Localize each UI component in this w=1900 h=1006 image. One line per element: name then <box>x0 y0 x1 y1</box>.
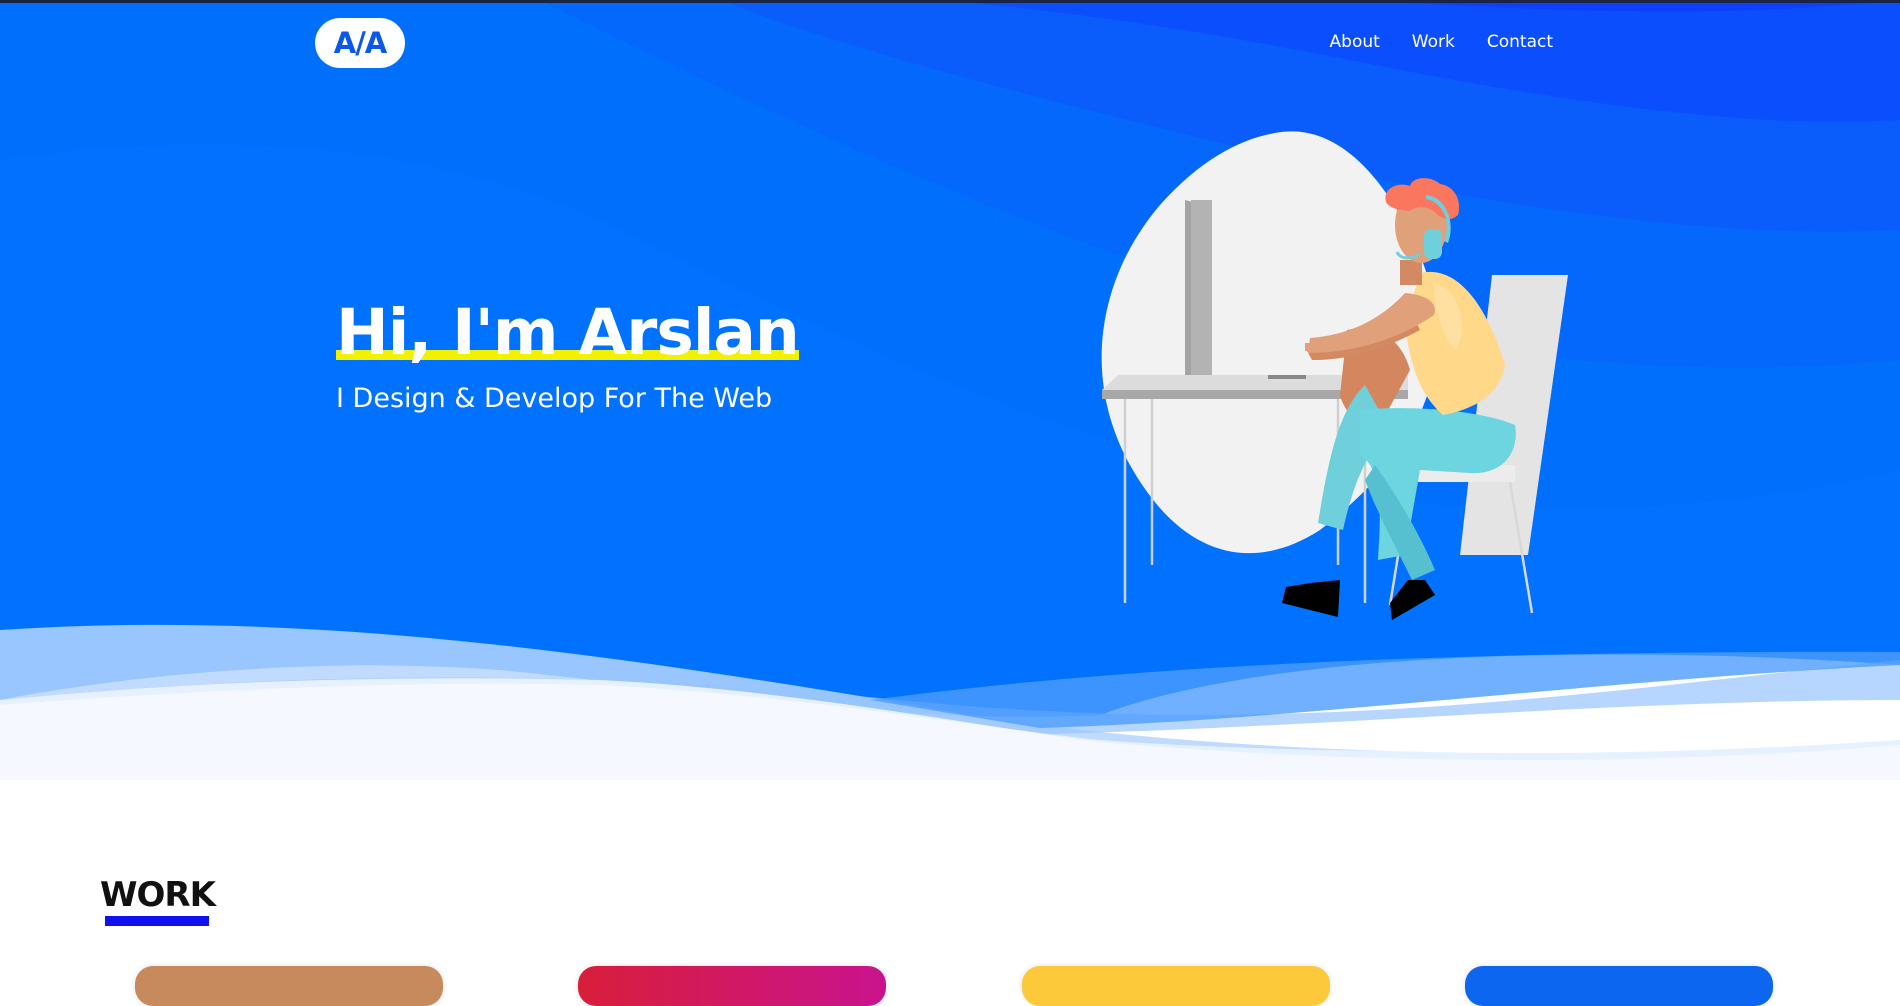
nav-link-contact[interactable]: Contact <box>1487 32 1553 52</box>
hero-wave-background <box>0 0 1900 780</box>
window-top-border <box>0 0 1900 3</box>
work-card-3[interactable] <box>1022 966 1330 1006</box>
work-cards-row <box>0 966 1900 1006</box>
logo[interactable]: A/A <box>315 18 405 68</box>
work-heading-underline <box>105 916 209 926</box>
logo-text: A/A <box>333 26 387 60</box>
hero-text: Hi, I'm Arslan I Design & Develop For Th… <box>336 296 800 415</box>
top-nav: About Work Contact <box>1330 32 1553 52</box>
nav-link-about[interactable]: About <box>1330 32 1380 52</box>
hero-subtitle: I Design & Develop For The Web <box>336 383 773 415</box>
work-heading-text: WORK <box>100 875 216 915</box>
hero-section: A/A About Work Contact Hi, I'm Arslan I … <box>0 0 1900 780</box>
work-section-heading: WORK <box>100 875 216 926</box>
work-card-1[interactable] <box>135 966 443 1006</box>
hero-title-wrap: Hi, I'm Arslan <box>336 296 800 369</box>
hero-title: Hi, I'm Arslan <box>336 296 800 369</box>
person-at-desk-illustration <box>1101 131 1568 620</box>
nav-link-work[interactable]: Work <box>1412 32 1455 52</box>
work-card-2[interactable] <box>578 966 886 1006</box>
work-card-4[interactable] <box>1465 966 1773 1006</box>
